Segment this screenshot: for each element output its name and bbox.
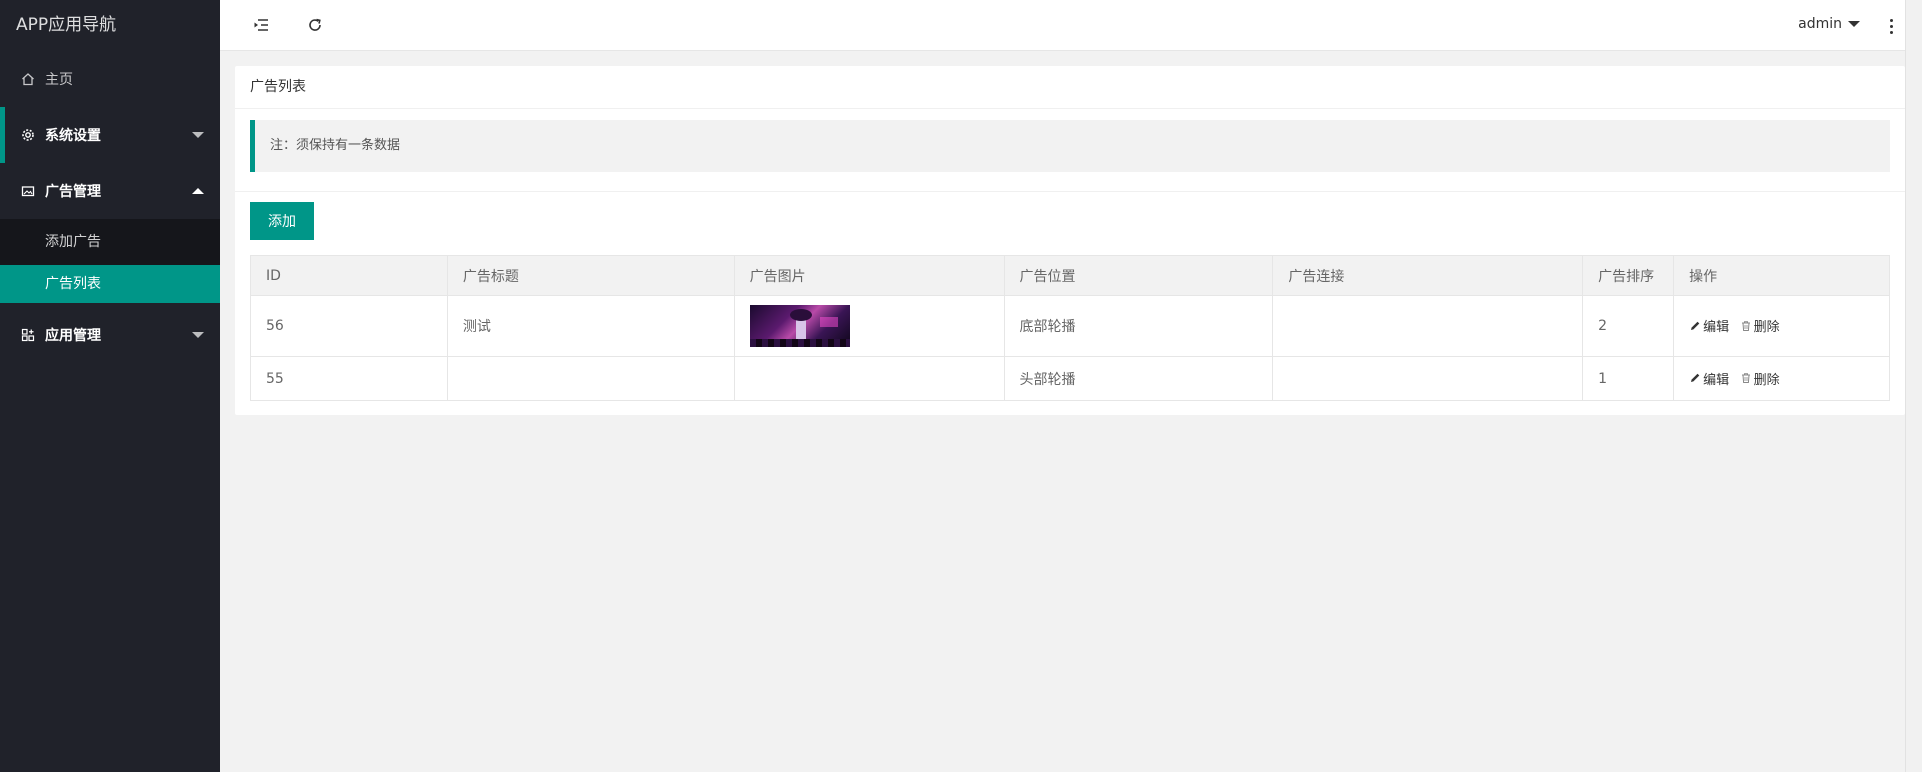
cell-actions: 编辑 删除 [1673,356,1890,401]
collapse-sidebar-button[interactable] [250,14,272,36]
add-button[interactable]: 添加 [250,202,314,240]
refresh-icon [309,18,321,31]
username: admin [1798,16,1842,32]
column-header-actions[interactable]: 操作 [1673,255,1890,296]
sidebar-item-label: 主页 [45,72,73,88]
sidebar-item-system-settings[interactable]: 系统设置 [0,107,220,163]
cell-link [1272,295,1584,357]
home-icon [20,71,36,87]
cell-id: 56 [250,295,448,357]
trash-icon [1741,321,1750,331]
sidebar-item-label: 系统设置 [45,128,101,144]
cell-title [446,356,735,401]
column-header-link[interactable]: 广告连接 [1272,255,1584,296]
ad-image-thumbnail[interactable] [749,305,850,347]
cell-title: 测试 [446,295,735,357]
submenu-item-add-ad[interactable]: 添加广告 [0,219,220,265]
sidebar-item-home[interactable]: 主页 [0,51,220,107]
scrollbar[interactable] [1905,0,1922,772]
cell-link [1272,356,1584,401]
sidebar-item-label: 应用管理 [45,328,101,344]
submenu-item-ad-list[interactable]: 广告列表 [0,265,220,303]
delete-button[interactable]: 删除 [1740,316,1780,335]
cell-image [733,356,1005,401]
edit-button[interactable]: 编辑 [1689,316,1729,335]
edit-label: 编辑 [1703,320,1730,336]
column-header-order[interactable]: 广告排序 [1582,255,1675,296]
menu-collapse-icon [254,19,268,31]
delete-button[interactable]: 删除 [1740,369,1780,388]
user-menu[interactable]: admin [1798,16,1860,32]
pencil-icon [1691,373,1700,383]
cell-order: 1 [1582,356,1675,401]
cell-id: 55 [250,356,448,401]
more-options-button[interactable] [1884,16,1898,36]
top-header: admin [220,0,1922,51]
cell-image [733,295,1005,357]
notice-text: 注：须保持有一条数据 [250,120,1890,172]
refresh-button[interactable] [304,14,326,36]
trash-icon [1741,373,1750,384]
image-icon [20,183,36,199]
card-title: 广告列表 [235,66,1905,109]
ad-table: ID 广告标题 广告图片 广告位置 广告连接 广告排序 操作 56 测试 底部轮… [250,255,1890,401]
chevron-down-icon [192,332,204,338]
chevron-up-icon [192,188,204,194]
ad-list-card: 广告列表 注：须保持有一条数据 添加 ID 广告标题 广告图片 广告位置 广告连… [235,66,1905,415]
more-dot-icon [1889,24,1893,28]
column-header-position[interactable]: 广告位置 [1003,255,1274,296]
column-header-id[interactable]: ID [250,255,448,296]
app-logo[interactable]: APP应用导航 [0,0,220,51]
sidebar-item-label: 广告管理 [45,184,101,200]
table-header-row: ID 广告标题 广告图片 广告位置 广告连接 广告排序 操作 [250,255,1890,296]
ad-submenu: 添加广告 广告列表 [0,219,220,303]
edit-label: 编辑 [1703,372,1730,388]
chevron-down-icon [1848,21,1860,27]
sidebar-item-ad-management[interactable]: 广告管理 [0,163,220,219]
table-row: 55 头部轮播 1 编辑 删除 [250,356,1890,401]
cell-order: 2 [1582,295,1675,357]
table-row: 56 测试 底部轮播 2 编辑 删除 [250,295,1890,357]
more-dot-icon [1889,18,1893,22]
chevron-down-icon [192,132,204,138]
edit-button[interactable]: 编辑 [1689,369,1729,388]
apps-icon [20,327,36,343]
column-header-title[interactable]: 广告标题 [446,255,735,296]
column-header-image[interactable]: 广告图片 [733,255,1005,296]
sidebar: APP应用导航 主页 系统设置 广告管理 添加广告 广告列表 应用管理 [0,0,220,772]
pencil-icon [1691,321,1700,330]
more-dot-icon [1889,30,1893,34]
cell-position: 头部轮播 [1003,356,1274,401]
cell-actions: 编辑 删除 [1673,295,1890,357]
sidebar-item-app-management[interactable]: 应用管理 [0,307,220,363]
delete-label: 删除 [1753,320,1780,336]
delete-label: 删除 [1753,372,1780,388]
cell-position: 底部轮播 [1003,295,1274,357]
divider [235,191,1905,192]
gear-icon [20,127,36,143]
